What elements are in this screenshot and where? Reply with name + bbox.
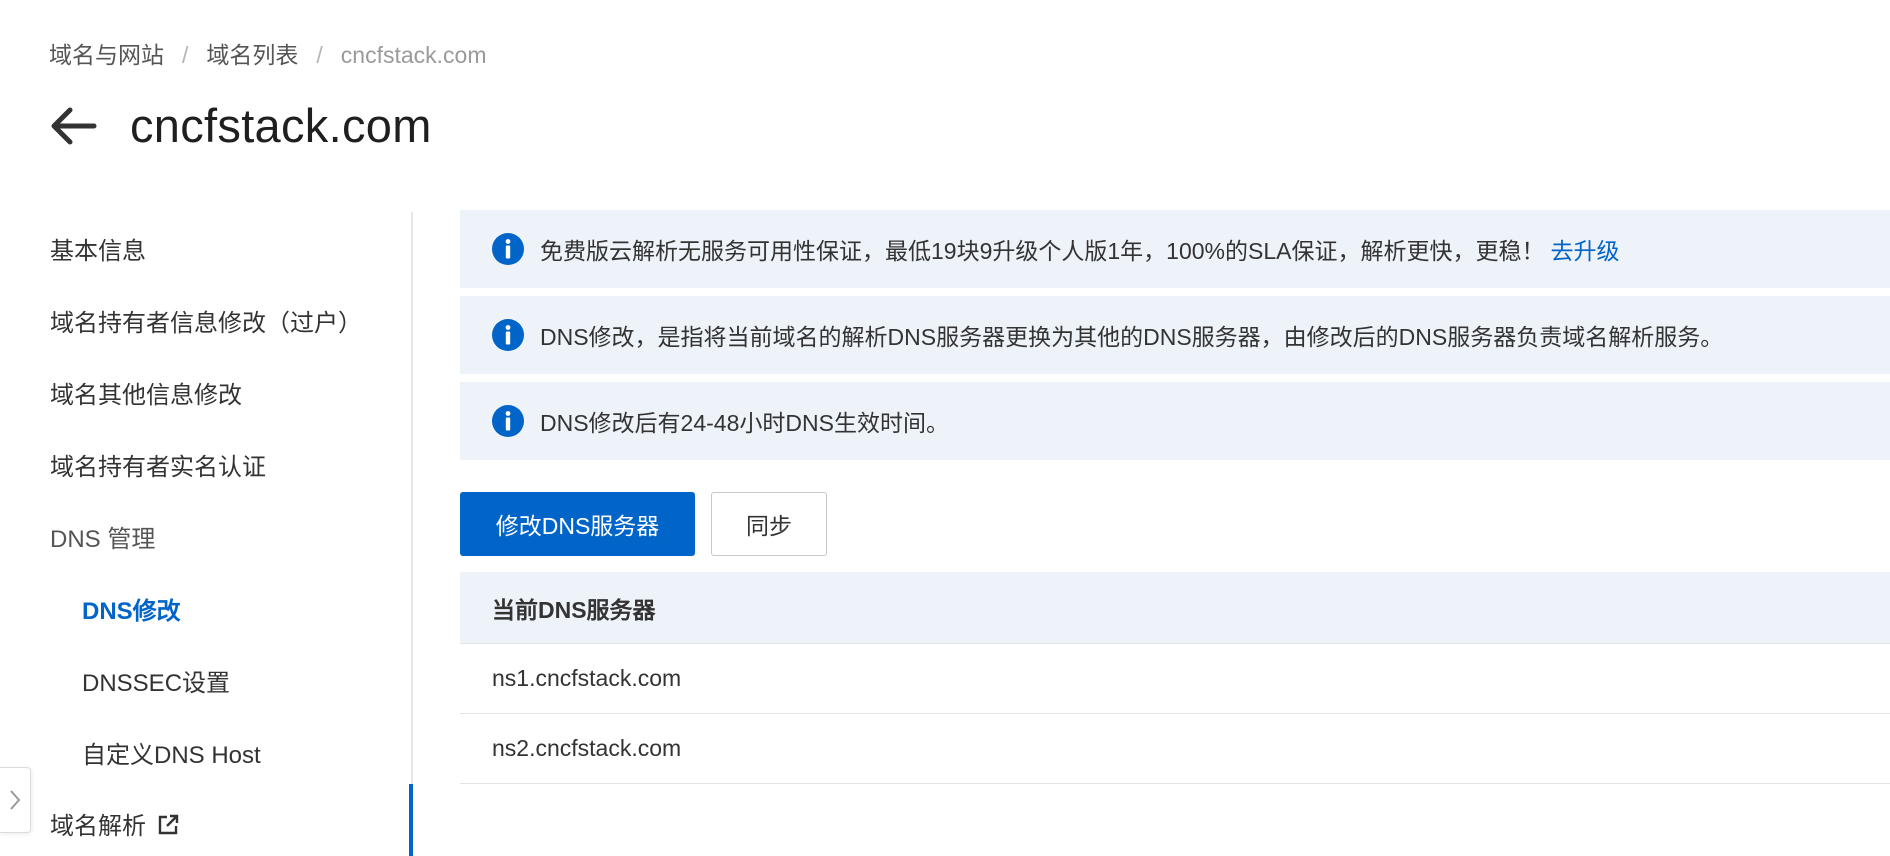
breadcrumb-domain-list[interactable]: 域名列表	[206, 40, 298, 70]
table-row: ns2.cncfstack.com	[460, 714, 1890, 784]
chevron-right-icon	[10, 790, 21, 810]
dns-server-name: ns1.cncfstack.com	[492, 665, 682, 691]
dns-server-name: ns2.cncfstack.com	[492, 735, 682, 761]
modify-dns-button[interactable]: 修改DNS服务器	[460, 492, 695, 556]
sidebar-item-dns-modify[interactable]: DNS修改	[82, 597, 181, 627]
notice-text: DNS修改，是指将当前域名的解析DNS服务器更换为其他的DNS服务器，由修改后的…	[540, 324, 1724, 350]
page-title: cncfstack.com	[130, 99, 432, 152]
notice-upgrade: 免费版云解析无服务可用性保证，最低19块9升级个人版1年，100%的SLA保证，…	[460, 210, 1890, 288]
sidebar-item-owner-transfer[interactable]: 域名持有者信息修改（过户）	[50, 309, 362, 339]
external-link-icon	[158, 814, 179, 835]
notice-text: 免费版云解析无服务可用性保证，最低19块9升级个人版1年，100%的SLA保证，…	[540, 238, 1545, 264]
info-circle-icon	[492, 405, 524, 437]
info-circle-icon	[492, 319, 524, 351]
sidebar-collapse-toggle[interactable]	[0, 767, 31, 833]
sidebar-item-custom-dns-host[interactable]: 自定义DNS Host	[82, 741, 261, 771]
page-header: cncfstack.com	[48, 96, 432, 156]
dns-server-table: 当前DNS服务器 ns1.cncfstack.com ns2.cncfstack…	[460, 572, 1890, 784]
sidebar-active-indicator	[409, 784, 413, 856]
sidebar-group-dns-management: DNS 管理	[50, 526, 156, 553]
sidebar-item-label: 域名解析	[50, 813, 146, 840]
table-row: ns1.cncfstack.com	[460, 644, 1890, 714]
arrow-left-icon[interactable]	[48, 104, 98, 148]
notice-text: DNS修改后有24-48小时DNS生效时间。	[540, 410, 949, 436]
breadcrumb-separator: /	[316, 42, 323, 68]
notice-dns-effective-time: DNS修改后有24-48小时DNS生效时间。	[460, 382, 1890, 460]
breadcrumb-domains-websites[interactable]: 域名与网站	[49, 40, 164, 70]
sidebar-item-domain-resolution[interactable]: 域名解析	[50, 812, 180, 842]
sidebar-item-real-name-auth[interactable]: 域名持有者实名认证	[50, 453, 266, 483]
table-header: 当前DNS服务器	[460, 572, 1890, 644]
sidebar-item-other-info[interactable]: 域名其他信息修改	[50, 381, 242, 411]
sidebar: 基本信息 域名持有者信息修改（过户） 域名其他信息修改 域名持有者实名认证 DN…	[0, 212, 413, 856]
sidebar-item-dnssec-settings[interactable]: DNSSEC设置	[82, 669, 230, 699]
breadcrumb-current-domain: cncfstack.com	[340, 42, 487, 68]
info-circle-icon	[492, 233, 524, 265]
breadcrumb-separator: /	[182, 42, 189, 68]
notice-dns-modify-explanation: DNS修改，是指将当前域名的解析DNS服务器更换为其他的DNS服务器，由修改后的…	[460, 296, 1890, 374]
upgrade-link[interactable]: 去升级	[1550, 232, 1619, 266]
breadcrumb: 域名与网站 / 域名列表 / cncfstack.com	[49, 40, 487, 70]
sync-button[interactable]: 同步	[711, 492, 827, 556]
sidebar-item-basic-info[interactable]: 基本信息	[50, 237, 146, 267]
